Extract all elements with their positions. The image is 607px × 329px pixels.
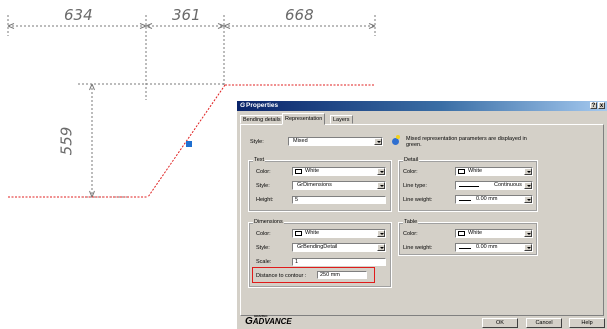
dimensions-color-label: Color: <box>256 231 271 237</box>
detail-group: Detail Color: White Line type: Continuou… <box>398 157 538 212</box>
highlight-box <box>252 267 375 283</box>
style-dropdown[interactable]: Mixed <box>288 137 383 146</box>
chevron-down-icon[interactable] <box>524 168 532 175</box>
chevron-down-icon[interactable] <box>374 138 382 145</box>
dimensions-style-value: GrBendingDetail <box>297 244 338 250</box>
chevron-down-icon[interactable] <box>524 230 532 237</box>
line-preview <box>459 186 479 187</box>
dimension-label-361: 361 <box>172 6 201 24</box>
text-style-dropdown[interactable]: GrDimensions <box>292 181 386 190</box>
dimension-label-559: 559 <box>57 126 76 156</box>
line-preview <box>459 200 471 201</box>
detail-lineweight-label: Line weight: <box>403 197 433 203</box>
dialog-title: Properties <box>246 102 279 109</box>
info-text-line1: Mixed representation parameters are disp… <box>406 136 527 142</box>
detail-group-title: Detail <box>403 157 420 163</box>
text-height-label: Height: <box>256 197 274 203</box>
help-title-button[interactable]: ? <box>590 102 597 109</box>
text-color-dropdown[interactable]: White <box>292 167 386 176</box>
ok-button[interactable]: OK <box>482 318 518 328</box>
table-lineweight-label: Line weight: <box>403 245 433 251</box>
chevron-down-icon[interactable] <box>377 168 385 175</box>
color-swatch <box>295 169 302 174</box>
table-color-value: White <box>468 230 483 236</box>
brand-small: GRAITEC <box>254 314 268 318</box>
detail-lineweight-value: 0.00 mm <box>476 196 498 202</box>
color-swatch <box>458 231 465 236</box>
table-lineweight-value: 0.00 mm <box>476 244 498 250</box>
dimensions-group-title: Dimensions <box>253 219 284 225</box>
top-dimension-line <box>7 15 376 100</box>
chevron-down-icon[interactable] <box>377 230 385 237</box>
tab-layers[interactable]: Layers <box>330 115 353 124</box>
style-value: Mixed <box>293 138 308 144</box>
detail-color-value: White <box>468 168 483 174</box>
text-color-label: Color: <box>256 169 271 175</box>
dimensions-color-value: White <box>305 230 320 236</box>
line-preview <box>459 248 471 249</box>
detail-lineweight-dropdown[interactable]: 0.00 mm <box>455 195 533 204</box>
info-icon <box>392 138 399 145</box>
dialog-titlebar[interactable]: G Properties ? x <box>237 101 607 111</box>
detail-linetype-dropdown[interactable]: Continuous <box>455 181 533 190</box>
graitec-logo-icon: G <box>240 102 246 109</box>
table-color-dropdown[interactable]: White <box>455 229 533 238</box>
cancel-button[interactable]: Cancel <box>526 318 562 328</box>
table-group-title: Table <box>403 219 419 225</box>
close-icon[interactable]: x <box>598 102 605 109</box>
info-icon-bulb <box>396 135 400 139</box>
advance-logo: G GRAITEC ADVANCE <box>245 314 292 327</box>
text-height-field[interactable]: 5 <box>292 196 386 204</box>
dimension-label-668: 668 <box>285 6 314 24</box>
text-style-label: Style: <box>256 183 270 189</box>
text-group: Text Color: White Style: GrDimensions He… <box>248 157 392 212</box>
tab-representation[interactable]: Representation <box>282 113 326 125</box>
representation-panel: Style: Mixed Mixed representation parame… <box>240 124 604 316</box>
table-color-label: Color: <box>403 231 418 237</box>
chevron-down-icon[interactable] <box>377 182 385 189</box>
chevron-down-icon[interactable] <box>524 244 532 251</box>
table-lineweight-dropdown[interactable]: 0.00 mm <box>455 243 533 252</box>
dimensions-scale-label: Scale: <box>256 259 272 265</box>
dimensions-color-dropdown[interactable]: White <box>292 229 386 238</box>
dimensions-style-dropdown[interactable]: GrBendingDetail <box>292 243 386 252</box>
selection-grip[interactable] <box>186 141 192 147</box>
color-swatch <box>458 169 465 174</box>
dimensions-style-label: Style: <box>256 245 270 251</box>
detail-linetype-label: Line type: <box>403 183 427 189</box>
dimensions-group: Dimensions Color: White Style: GrBending… <box>248 219 392 288</box>
chevron-down-icon[interactable] <box>524 182 532 189</box>
color-swatch <box>295 231 302 236</box>
info-text-line2: green. <box>406 142 422 148</box>
detail-color-dropdown[interactable]: White <box>455 167 533 176</box>
detail-color-label: Color: <box>403 169 418 175</box>
left-dimension-line <box>78 83 224 198</box>
brand-name: ADVANCE <box>252 317 292 326</box>
style-label: Style: <box>250 139 264 145</box>
chevron-down-icon[interactable] <box>524 196 532 203</box>
dimension-label-634: 634 <box>64 6 93 24</box>
table-group: Table Color: White Line weight: 0.00 mm <box>398 219 538 256</box>
advance-logo-g-icon: G <box>245 316 253 327</box>
text-style-value: GrDimensions <box>297 182 332 188</box>
text-group-title: Text <box>253 157 266 163</box>
chevron-down-icon[interactable] <box>377 244 385 251</box>
dimensions-scale-field[interactable]: 1 <box>292 258 386 266</box>
detail-linetype-value: Continuous <box>494 182 522 188</box>
tab-bending-details[interactable]: Bending details <box>240 115 284 124</box>
help-button[interactable]: Help <box>569 318 605 328</box>
properties-dialog: G Properties ? x Bending details Represe… <box>236 100 607 329</box>
text-color-value: White <box>305 168 320 174</box>
